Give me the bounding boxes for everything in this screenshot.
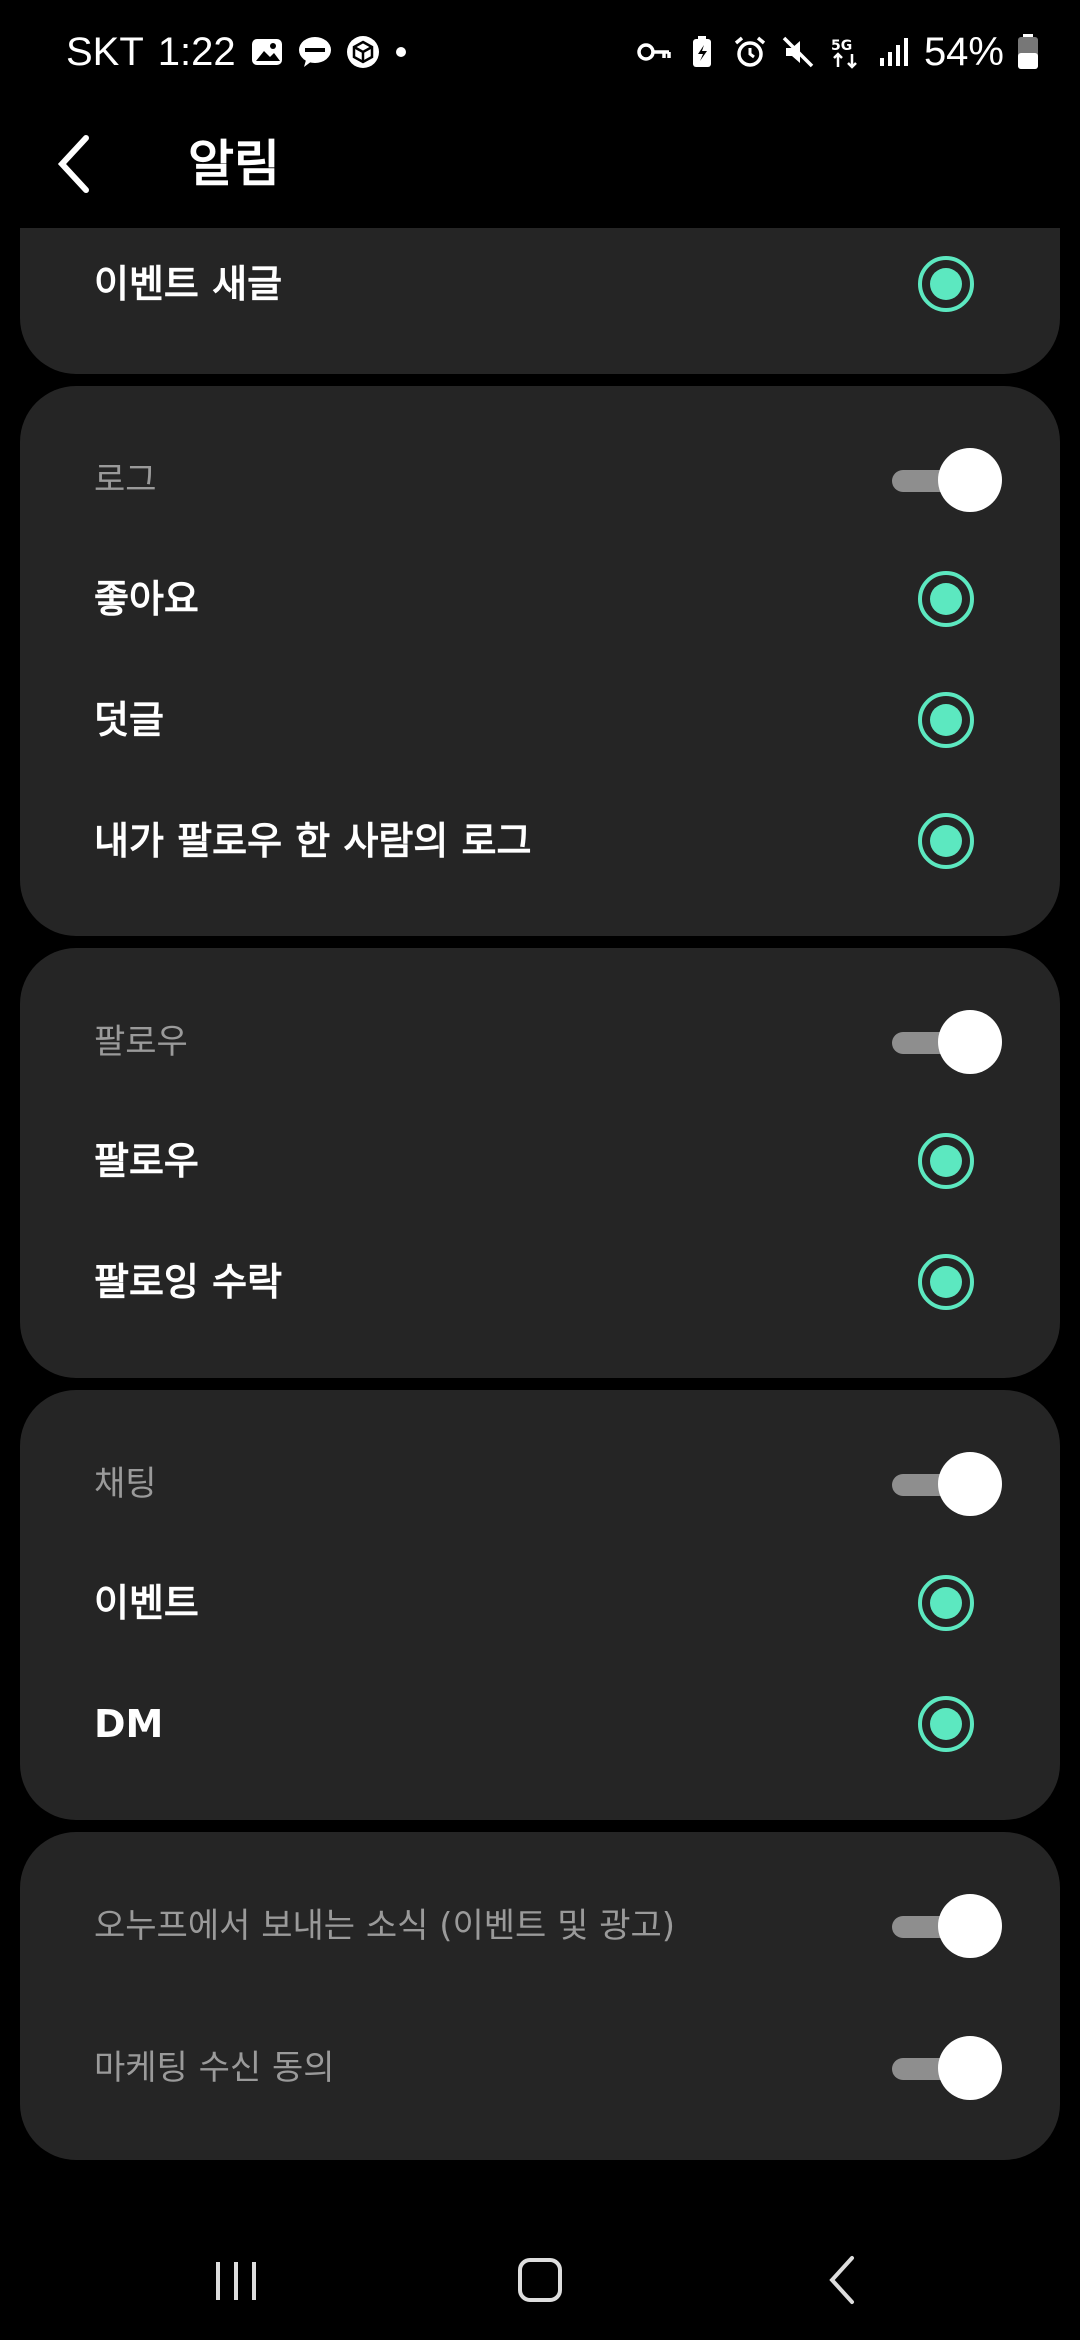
- follow-card: 팔로우 팔로우 팔로잉 수락: [20, 948, 1060, 1378]
- chat-card: 채팅 이벤트 DM: [20, 1390, 1060, 1820]
- battery-percent: 54%: [923, 29, 1004, 74]
- setting-row-following-logs[interactable]: 내가 팔로우 한 사람의 로그: [20, 781, 1060, 901]
- marketing-card: 오누프에서 보내는 소식 (이벤트 및 광고) 마케팅 수신 동의: [20, 1832, 1060, 2160]
- radio-selected[interactable]: [918, 1575, 974, 1631]
- screen: SKT 1:22 5G 54% 알림 이벤트 새글 로그 좋아요 덧글 내가 팔…: [0, 0, 1080, 2340]
- radio-selected[interactable]: [918, 1133, 974, 1189]
- radio-selected[interactable]: [918, 571, 974, 627]
- vpn-key-icon: [637, 43, 671, 61]
- row-label: 내가 팔로우 한 사람의 로그: [94, 819, 532, 863]
- system-back-button[interactable]: [802, 2250, 882, 2310]
- log-card: 로그 좋아요 덧글 내가 팔로우 한 사람의 로그: [20, 386, 1060, 936]
- home-button[interactable]: [500, 2250, 580, 2310]
- log-toggle[interactable]: [872, 448, 1002, 512]
- row-label: 덧글: [94, 698, 164, 742]
- radio-selected[interactable]: [918, 1254, 974, 1310]
- alarm-icon: [734, 36, 766, 67]
- gallery-icon: [251, 39, 282, 65]
- status-right: 5G 54%: [636, 24, 1040, 80]
- radio-selected[interactable]: [918, 1696, 974, 1752]
- setting-row-event-posts[interactable]: 이벤트 새글: [20, 224, 1060, 344]
- setting-row-marketing-consent[interactable]: 마케팅 수신 동의: [20, 2008, 1060, 2128]
- follow-toggle[interactable]: [872, 1010, 1002, 1074]
- chevron-left-icon: [57, 135, 89, 193]
- news-toggle[interactable]: [872, 1894, 1002, 1958]
- row-label: 마케팅 수신 동의: [94, 2048, 335, 2088]
- radio-selected[interactable]: [918, 256, 974, 312]
- row-label: 오누프에서 보내는 소식 (이벤트 및 광고): [94, 1906, 676, 1946]
- row-label: 이벤트 새글: [94, 262, 283, 306]
- battery-icon: [1018, 34, 1038, 69]
- cube-app-icon: [346, 36, 379, 68]
- radio-selected[interactable]: [918, 813, 974, 869]
- row-label: 팔로잉 수락: [94, 1260, 283, 1304]
- setting-row-chat-event[interactable]: 이벤트: [20, 1543, 1060, 1663]
- mute-icon: [782, 36, 814, 68]
- radio-selected[interactable]: [918, 692, 974, 748]
- battery-saver-icon: [692, 36, 711, 67]
- section-label: 채팅: [94, 1464, 157, 1504]
- section-label: 로그: [94, 460, 157, 500]
- setting-row-dm[interactable]: DM: [20, 1664, 1060, 1784]
- kakaotalk-icon: [298, 37, 331, 67]
- row-label: 이벤트: [94, 1581, 199, 1625]
- clock: 1:22: [157, 29, 236, 74]
- row-label: DM: [94, 1702, 164, 1746]
- row-label: 좋아요: [94, 577, 199, 621]
- svg-text:5G: 5G: [831, 38, 852, 54]
- setting-row-news[interactable]: 오누프에서 보내는 소식 (이벤트 및 광고): [20, 1866, 1060, 1986]
- section-label: 팔로우: [94, 1022, 188, 1062]
- section-header-log: 로그: [20, 420, 1060, 540]
- row-label: 팔로우: [94, 1139, 199, 1183]
- setting-row-follow[interactable]: 팔로우: [20, 1101, 1060, 1221]
- event-card: 이벤트 새글: [20, 228, 1060, 374]
- section-header-chat: 채팅: [20, 1424, 1060, 1544]
- status-bar: SKT 1:22 5G 54%: [0, 0, 1080, 104]
- chat-toggle[interactable]: [872, 1452, 1002, 1516]
- signal-icon: [879, 38, 908, 66]
- home-icon: [518, 2258, 562, 2302]
- notification-dot-icon: [395, 47, 406, 57]
- back-icon: [829, 2256, 854, 2304]
- status-left: SKT 1:22: [66, 24, 408, 80]
- setting-row-likes[interactable]: 좋아요: [20, 539, 1060, 659]
- recent-apps-button[interactable]: [196, 2250, 276, 2310]
- app-header: 알림: [0, 110, 1080, 228]
- recent-apps-icon: [216, 2262, 256, 2300]
- setting-row-follow-accept[interactable]: 팔로잉 수락: [20, 1222, 1060, 1342]
- carrier-label: SKT: [66, 29, 144, 74]
- back-button[interactable]: [48, 124, 128, 204]
- navigation-bar: [0, 2220, 1080, 2340]
- 5g-data-icon: 5G: [831, 38, 857, 69]
- page-title: 알림: [188, 135, 280, 193]
- setting-row-comments[interactable]: 덧글: [20, 660, 1060, 780]
- section-header-follow: 팔로우: [20, 982, 1060, 1102]
- marketing-toggle[interactable]: [872, 2036, 1002, 2100]
